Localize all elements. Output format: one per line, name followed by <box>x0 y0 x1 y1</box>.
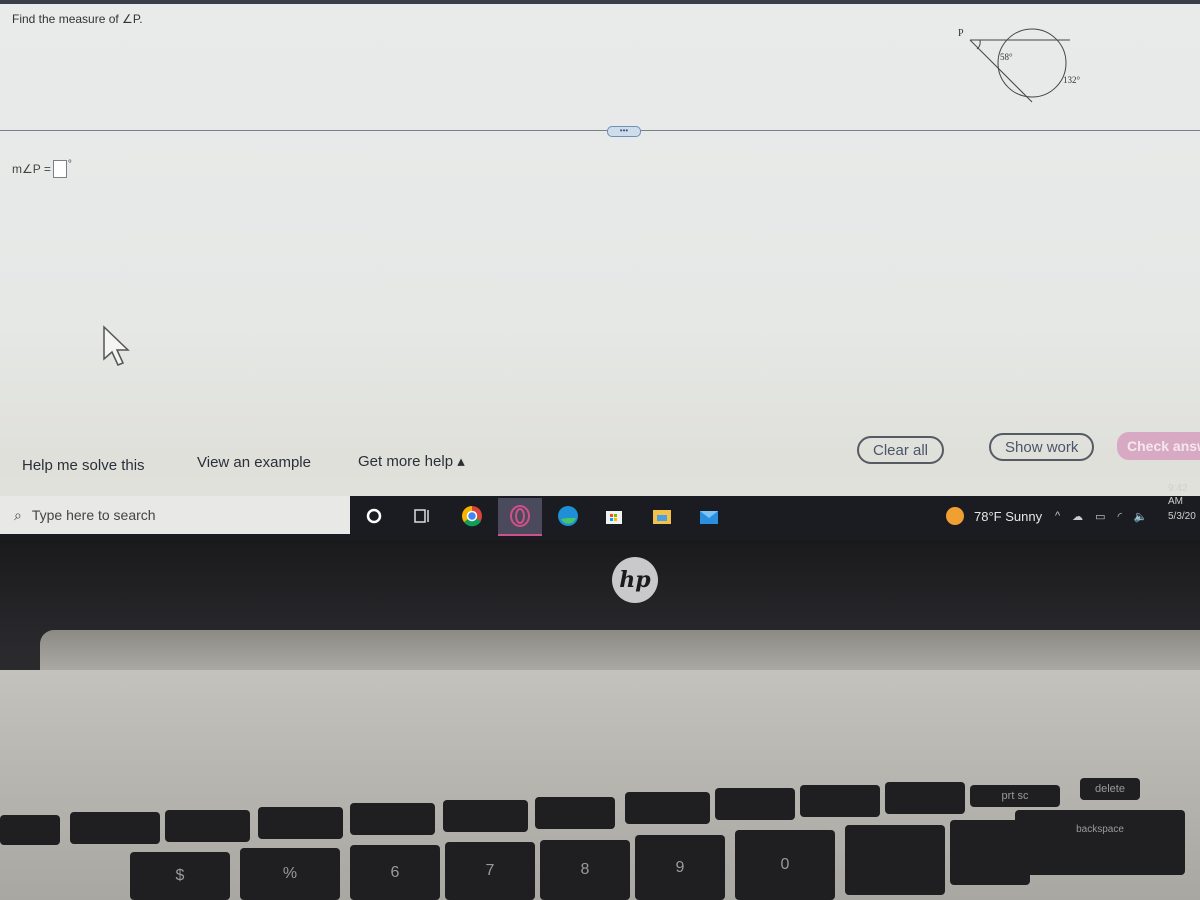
key-prtsc: prt sc <box>970 785 1060 807</box>
key <box>625 792 710 824</box>
opera-icon[interactable] <box>498 498 542 536</box>
answer-label: m∠P = <box>12 162 51 176</box>
section-divider <box>0 130 1200 131</box>
expand-button[interactable]: ••• <box>607 126 641 137</box>
key-dollar: $ <box>130 852 230 900</box>
key <box>715 788 795 820</box>
key <box>845 825 945 895</box>
show-work-button[interactable]: Show work <box>989 433 1095 461</box>
file-explorer-icon[interactable] <box>646 500 678 532</box>
help-me-solve-link[interactable]: Help me solve this <box>22 457 145 474</box>
taskbar-search[interactable]: ⌕ Type here to search <box>0 496 350 534</box>
arc-label-small: 58° <box>1000 52 1013 62</box>
mouse-cursor-icon <box>103 325 130 366</box>
answer-row: m∠P = ° <box>12 158 72 178</box>
edge-icon[interactable] <box>552 500 584 532</box>
clock[interactable]: 9:42 AM 5/3/20 <box>1168 483 1200 523</box>
geometry-figure: P 58° 132° <box>958 28 1081 103</box>
key <box>535 797 615 829</box>
key-percent: % <box>240 848 340 900</box>
keyboard-deck: delete prt sc $ % 6 7 8 9 0 backspace <box>0 670 1200 900</box>
screen: Find the measure of ∠P. P 58° 132° ••• m… <box>0 0 1200 540</box>
search-icon: ⌕ <box>14 506 22 523</box>
time: 9:42 AM <box>1168 483 1188 507</box>
check-answer-button[interactable]: Check answer <box>1117 432 1200 460</box>
key-7: 7 <box>445 842 535 900</box>
weather-text: 78°F Sunny <box>974 508 1043 524</box>
vertex-label: P <box>958 28 964 39</box>
circle <box>997 28 1067 98</box>
store-icon[interactable] <box>598 500 630 532</box>
onedrive-icon[interactable]: ☁ <box>1072 510 1083 523</box>
hp-logo: hp <box>612 557 658 603</box>
sun-icon <box>946 507 964 525</box>
key-9: 9 <box>635 835 725 900</box>
key-delete: delete <box>1080 778 1140 800</box>
taskbar: ⌕ Type here to search 78°F Sunny ^ ☁ ▭ ◜… <box>0 483 1200 540</box>
key <box>443 800 528 832</box>
wifi-icon[interactable]: ◜ <box>1118 510 1122 523</box>
mail-icon[interactable] <box>693 500 725 532</box>
cortana-icon[interactable] <box>358 500 390 532</box>
key <box>70 812 160 844</box>
key <box>350 803 435 835</box>
key <box>165 810 250 842</box>
search-placeholder: Type here to search <box>31 507 156 523</box>
chevron-up-icon[interactable]: ^ <box>1055 510 1060 522</box>
key-0: 0 <box>735 830 835 900</box>
weather-widget[interactable]: 78°F Sunny <box>946 496 1042 536</box>
key <box>0 815 60 845</box>
task-view-icon[interactable] <box>406 500 438 532</box>
key-6: 6 <box>350 845 440 900</box>
system-tray: ^ ☁ ▭ ◜ 🔈 <box>1055 496 1148 536</box>
clear-all-button[interactable]: Clear all <box>857 436 945 464</box>
key-backspace: backspace <box>1015 810 1185 875</box>
window-top-bar <box>0 0 1200 4</box>
chrome-icon[interactable] <box>456 500 488 532</box>
key <box>885 782 965 814</box>
answer-input[interactable] <box>52 160 67 178</box>
key <box>258 807 343 839</box>
question-prompt: Find the measure of ∠P. <box>12 12 143 26</box>
get-more-help-link[interactable]: Get more help ▴ <box>358 452 465 470</box>
key-8: 8 <box>540 840 630 900</box>
key <box>800 785 880 817</box>
view-example-link[interactable]: View an example <box>197 454 311 471</box>
degree-unit: ° <box>67 158 72 170</box>
volume-icon[interactable]: 🔈 <box>1134 510 1148 523</box>
date: 5/3/20 <box>1168 511 1196 522</box>
arc-label-large: 132° <box>1063 75 1081 85</box>
battery-icon[interactable]: ▭ <box>1095 510 1105 523</box>
